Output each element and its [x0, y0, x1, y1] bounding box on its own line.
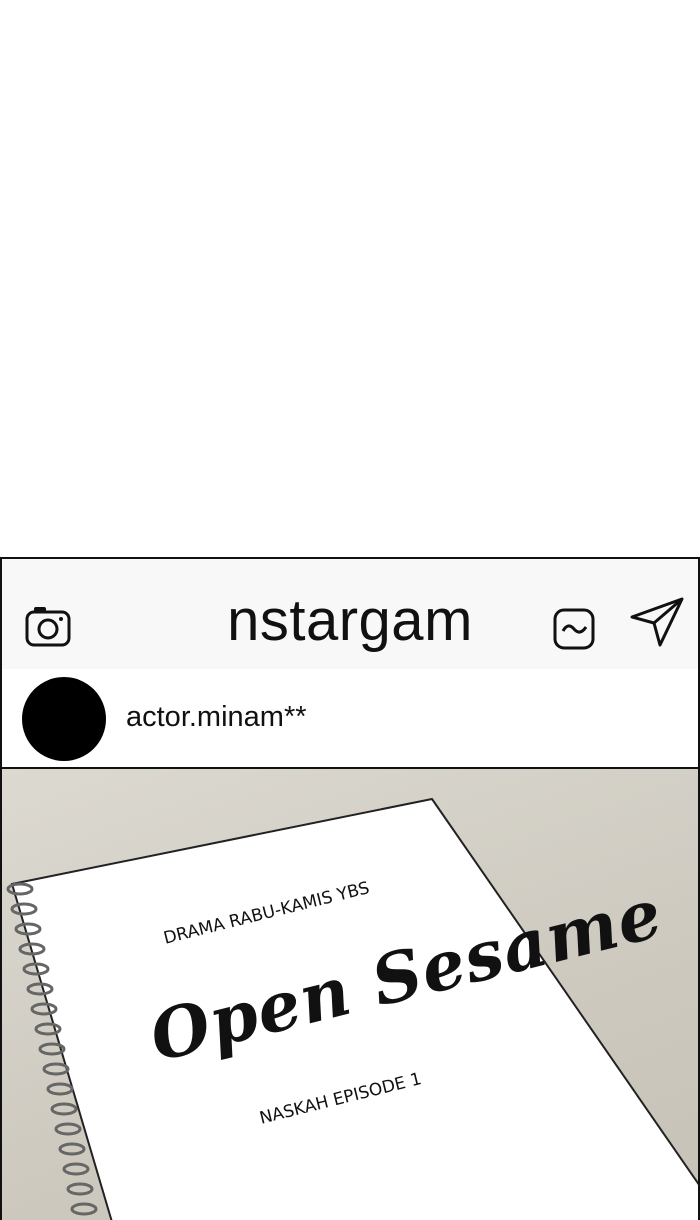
post-profile-row[interactable]: actor.minam** — [2, 669, 698, 769]
send-icon[interactable] — [628, 595, 686, 649]
activity-icon[interactable] — [552, 607, 598, 651]
post-photo: DRAMA RABU-KAMIS YBS Open Sesame NASKAH … — [2, 769, 698, 1220]
app-header: nstargam — [2, 559, 698, 670]
post-frame: nstargam actor.minam** DRAMA RABU-KAMIS … — [0, 557, 700, 1220]
avatar[interactable] — [22, 677, 106, 761]
username[interactable]: actor.minam** — [126, 701, 307, 734]
